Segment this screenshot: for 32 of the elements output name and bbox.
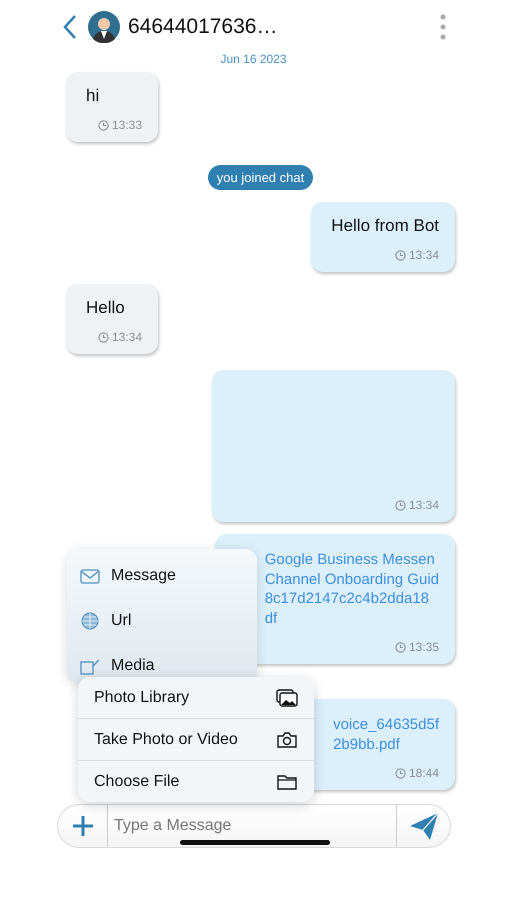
avatar xyxy=(88,11,120,43)
message-time: 13:35 xyxy=(408,640,439,654)
message-time: 13:33 xyxy=(112,118,142,132)
date-label: Jun 16 2023 xyxy=(219,52,288,66)
message-text: Hello from Bot xyxy=(331,216,439,236)
chat-title: 64644017636… xyxy=(128,15,278,39)
camera-icon xyxy=(276,730,298,750)
message-time: 18:44 xyxy=(408,766,439,780)
clock-icon xyxy=(394,768,406,778)
send-icon xyxy=(408,810,440,842)
globe-icon xyxy=(79,610,101,630)
menu-item[interactable]: Url xyxy=(67,598,257,643)
menu-item[interactable]: Message xyxy=(67,553,257,598)
more-icon[interactable] xyxy=(439,14,447,40)
message-text: hi xyxy=(86,86,100,106)
clock-icon xyxy=(394,500,406,510)
plus-icon xyxy=(72,815,94,837)
clock-icon xyxy=(98,120,109,130)
message-input[interactable]: Type a Message xyxy=(108,817,396,835)
message-time: 13:34 xyxy=(408,498,439,512)
menu-item[interactable]: Take Photo or Video xyxy=(78,718,314,760)
message-time: 13:34 xyxy=(408,248,439,262)
system-notice: you joined chat xyxy=(208,165,314,190)
message-text: Hello xyxy=(86,298,126,318)
photos-icon xyxy=(276,688,298,708)
clock-icon xyxy=(98,332,109,342)
clock-icon xyxy=(394,250,406,260)
message-time: 13:34 xyxy=(112,330,142,344)
clock-icon xyxy=(394,642,406,652)
composer-field[interactable]: Type a Message xyxy=(57,804,451,848)
menu-item[interactable]: Choose File xyxy=(78,760,314,802)
back-icon[interactable] xyxy=(62,14,78,40)
